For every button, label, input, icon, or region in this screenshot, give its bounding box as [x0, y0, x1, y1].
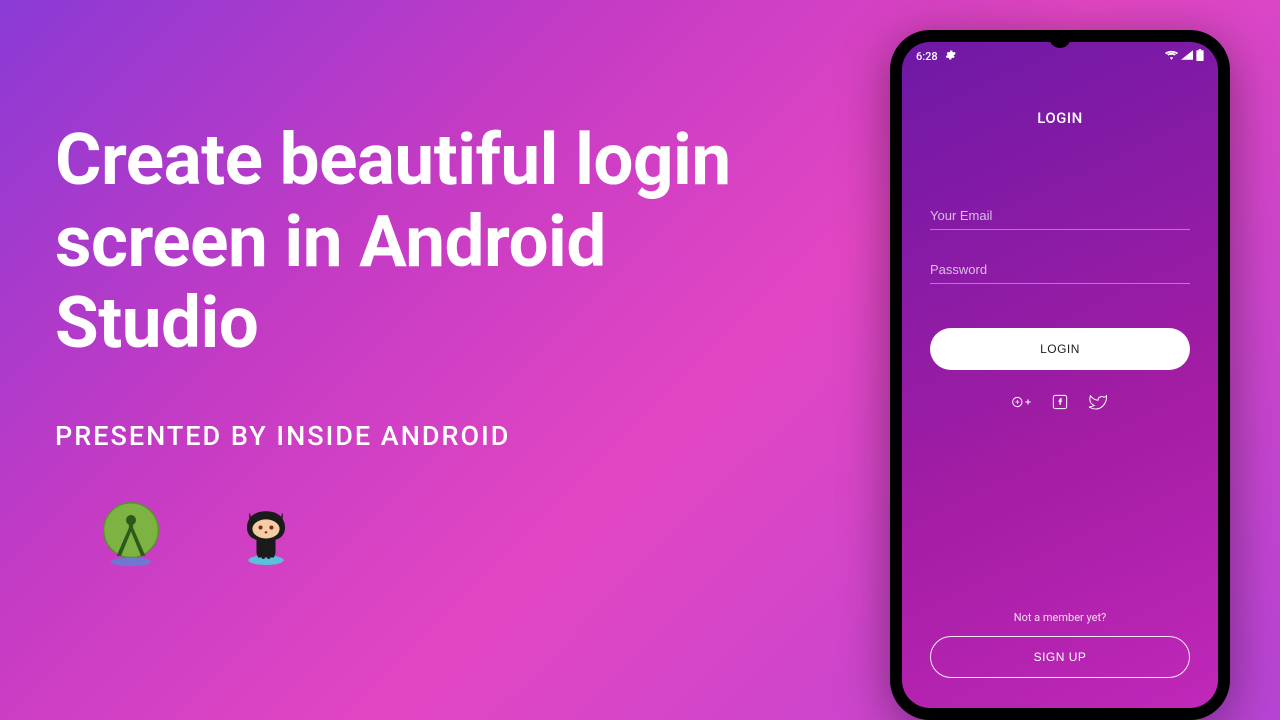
- facebook-icon[interactable]: [1050, 392, 1070, 412]
- brand-icons-row: [55, 497, 755, 569]
- phone-mockup: 6:28 LOGIN: [890, 30, 1230, 720]
- github-octocat-icon: [232, 499, 300, 567]
- subhead: PRESENTED BY INSIDE ANDROID: [55, 420, 755, 452]
- phone-screen: 6:28 LOGIN: [902, 42, 1218, 708]
- login-form: [930, 202, 1190, 310]
- screen-title: LOGIN: [930, 109, 1190, 127]
- gear-icon: [944, 49, 956, 64]
- headline: Create beautiful login screen in Android…: [55, 120, 755, 365]
- signup-footer: Not a member yet? SIGN UP: [930, 611, 1190, 708]
- google-plus-icon[interactable]: [1012, 392, 1032, 412]
- social-login-row: [930, 392, 1190, 412]
- twitter-icon[interactable]: [1088, 392, 1108, 412]
- signup-prompt: Not a member yet?: [930, 611, 1190, 624]
- email-field[interactable]: [930, 202, 1190, 230]
- android-studio-icon: [95, 497, 167, 569]
- signup-button[interactable]: SIGN UP: [930, 636, 1190, 678]
- status-time: 6:28: [916, 50, 938, 63]
- hero-text-area: Create beautiful login screen in Android…: [55, 120, 755, 569]
- signal-icon: [1181, 50, 1193, 63]
- wifi-icon: [1165, 50, 1178, 63]
- battery-icon: [1196, 49, 1204, 64]
- password-field[interactable]: [930, 256, 1190, 284]
- login-button[interactable]: LOGIN: [930, 328, 1190, 370]
